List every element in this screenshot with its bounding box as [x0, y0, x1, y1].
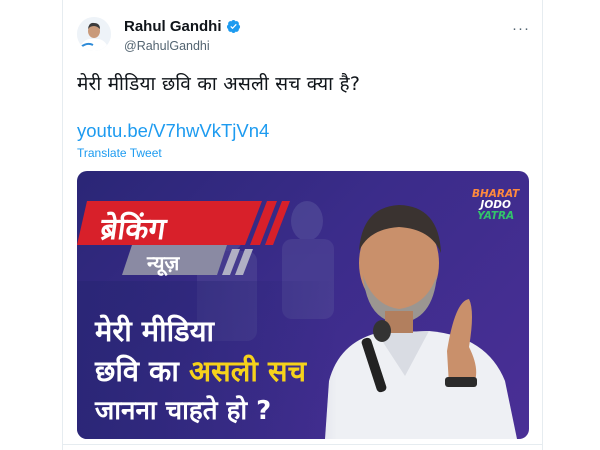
card-headline-line-3: जानना चाहते हो ?	[95, 396, 272, 426]
author-handle[interactable]: @RahulGandhi	[124, 39, 210, 53]
brand-line-3: YATRA	[477, 210, 515, 223]
card-headline-line-2: छवि का असली सच	[95, 351, 306, 390]
avatar[interactable]	[77, 17, 111, 51]
card-headline-prefix: छवि का	[95, 354, 179, 388]
timeline-left-border	[62, 0, 63, 450]
translate-tweet-link[interactable]: Translate Tweet	[77, 146, 162, 160]
author-name[interactable]: Rahul Gandhi	[124, 18, 222, 35]
tweet-text: मेरी मीडिया छवि का असली सच क्या है?	[77, 73, 361, 95]
bharat-jodo-yatra-logo: BHARAT JODO YATRA	[472, 188, 519, 223]
tweet-divider	[62, 444, 543, 445]
breaking-label: ब्रेकिंग	[98, 212, 169, 247]
verified-badge-icon	[226, 19, 240, 34]
card-headline-line-1: मेरी मीडिया	[95, 314, 215, 348]
timeline-right-border	[542, 0, 543, 450]
media-card[interactable]: ब्रेकिंग न्यूज़ BHARAT JODO YATRA मेरी म…	[77, 171, 529, 439]
card-headline-accent: असली सच	[188, 354, 307, 388]
author-name-row[interactable]: Rahul Gandhi	[124, 18, 241, 35]
news-label: न्यूज़	[147, 251, 180, 275]
tweet-link[interactable]: youtu.be/V7hwVkTjVn4	[77, 120, 269, 142]
more-options-icon[interactable]: ···	[512, 21, 530, 36]
avatar-image	[77, 17, 111, 51]
